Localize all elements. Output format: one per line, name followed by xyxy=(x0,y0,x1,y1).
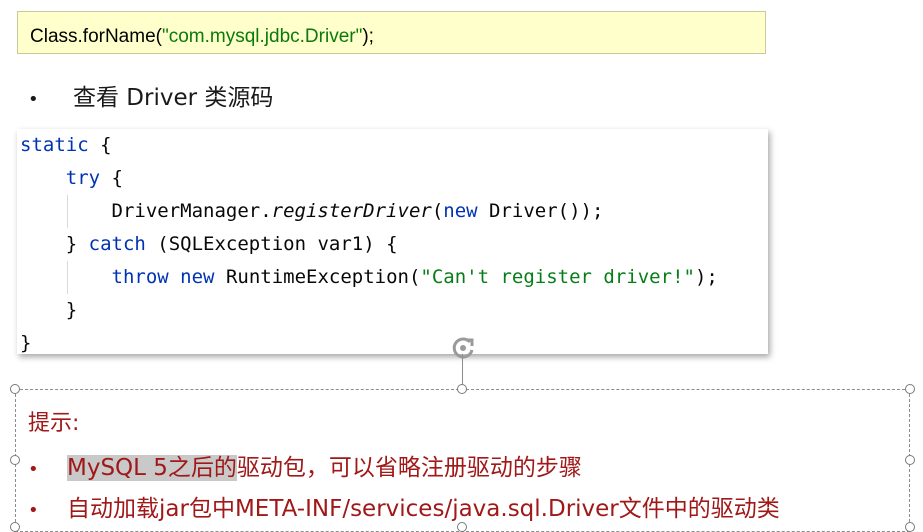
keyword: catch xyxy=(88,233,146,255)
keyword: try xyxy=(65,167,101,189)
keyword: static xyxy=(20,134,89,156)
bullet-text: 查看 Driver 类源码 xyxy=(73,85,274,111)
code-text: Driver()); xyxy=(477,200,604,222)
tip-item-2-text: 自动加载jar包中META-INF/services/java.sql.Driv… xyxy=(67,496,780,522)
code-line-6: } xyxy=(17,294,768,327)
code-text: } xyxy=(65,233,89,255)
resize-handle-middle-left[interactable] xyxy=(10,455,20,465)
rotate-handle-icon[interactable] xyxy=(449,334,477,362)
tip-item-2: • 自动加载jar包中META-INF/services/java.sql.Dri… xyxy=(28,489,780,523)
source-code-image[interactable]: static { try { DriverManager.registerDri… xyxy=(17,129,768,354)
keyword: throw xyxy=(111,266,169,288)
bullet-marker: • xyxy=(28,89,39,110)
resize-handle-bottom-middle[interactable] xyxy=(457,522,467,532)
code-text: ); xyxy=(694,266,718,288)
resize-handle-top-left[interactable] xyxy=(10,384,20,394)
tip-item-1: • MySQL 5之后的驱动包，可以省略注册驱动的步骤 xyxy=(28,448,582,482)
code-line-1: static { xyxy=(17,129,768,162)
resize-handle-top-right[interactable] xyxy=(905,384,915,394)
tip-title: 提示: xyxy=(28,411,80,436)
code-snippet-box: Class.forName("com.mysql.jdbc.Driver"); xyxy=(17,11,766,54)
resize-handle-bottom-left[interactable] xyxy=(10,522,20,532)
code-prefix: Class.forName( xyxy=(30,26,162,47)
resize-handle-bottom-right[interactable] xyxy=(905,522,915,532)
code-line-4: } catch (SQLException var1) { xyxy=(17,228,768,261)
string-literal: "Can't register driver!" xyxy=(420,266,695,288)
code-string: "com.mysql.jdbc.Driver" xyxy=(161,26,363,47)
bullet-view-source: • 查看 Driver 类源码 xyxy=(28,78,273,112)
keyword: new xyxy=(180,266,215,288)
bullet-marker: • xyxy=(28,500,39,521)
code-text: (SQLException var1) { xyxy=(145,233,398,255)
code-text: } xyxy=(20,332,32,354)
tip-item-1-text: 驱动包，可以省略注册驱动的步骤 xyxy=(236,455,582,481)
bullet-marker: • xyxy=(28,459,39,480)
code-text: DriverManager. xyxy=(111,200,272,222)
code-line-3: DriverManager.registerDriver(new Driver(… xyxy=(17,195,768,228)
resize-handle-middle-right[interactable] xyxy=(905,455,915,465)
resize-handle-top-middle[interactable] xyxy=(457,384,467,394)
keyword: new xyxy=(443,200,478,222)
code-text: { xyxy=(88,134,112,156)
code-line-2: try { xyxy=(17,162,768,195)
code-line-5: throw new RuntimeException("Can't regist… xyxy=(17,261,768,294)
code-text: } xyxy=(65,299,78,321)
code-text: RuntimeException( xyxy=(214,266,421,288)
code-line-7: } xyxy=(17,327,768,360)
code-text: ( xyxy=(431,200,444,222)
code-suffix: ); xyxy=(362,26,374,47)
code-text: { xyxy=(100,167,123,189)
method-name: registerDriver xyxy=(271,200,432,222)
highlighted-text: MySQL 5之后的 xyxy=(67,455,237,481)
